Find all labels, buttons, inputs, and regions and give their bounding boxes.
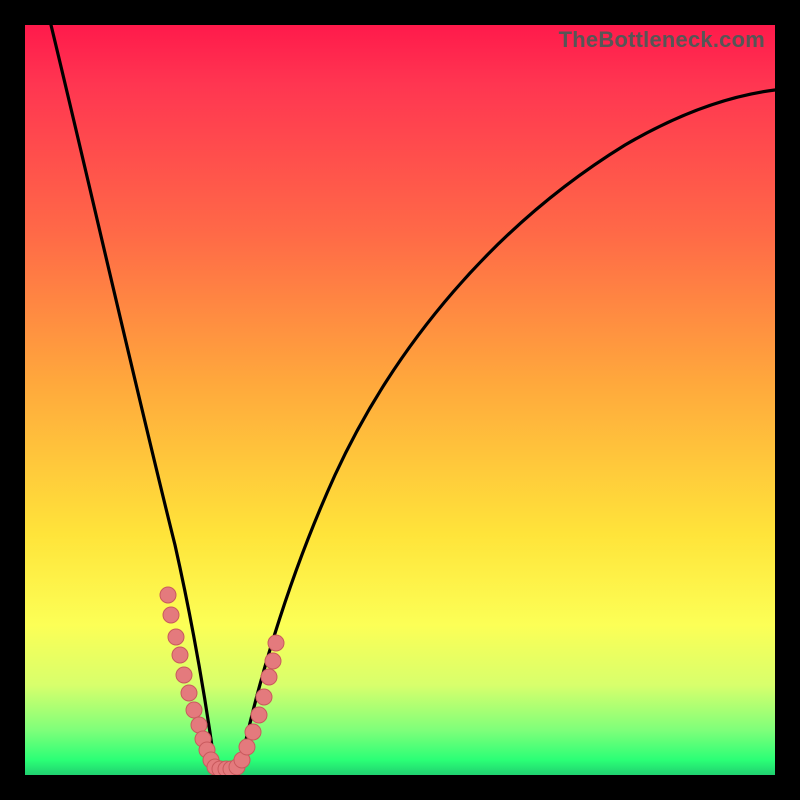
plot-area: TheBottleneck.com (25, 25, 775, 775)
bottleneck-curve-right (240, 90, 775, 767)
curve-layer (25, 25, 775, 775)
bottleneck-curve-left (51, 25, 215, 767)
chart-frame: TheBottleneck.com (0, 0, 800, 800)
watermark-text: TheBottleneck.com (559, 27, 765, 53)
dot-cluster (160, 587, 284, 775)
